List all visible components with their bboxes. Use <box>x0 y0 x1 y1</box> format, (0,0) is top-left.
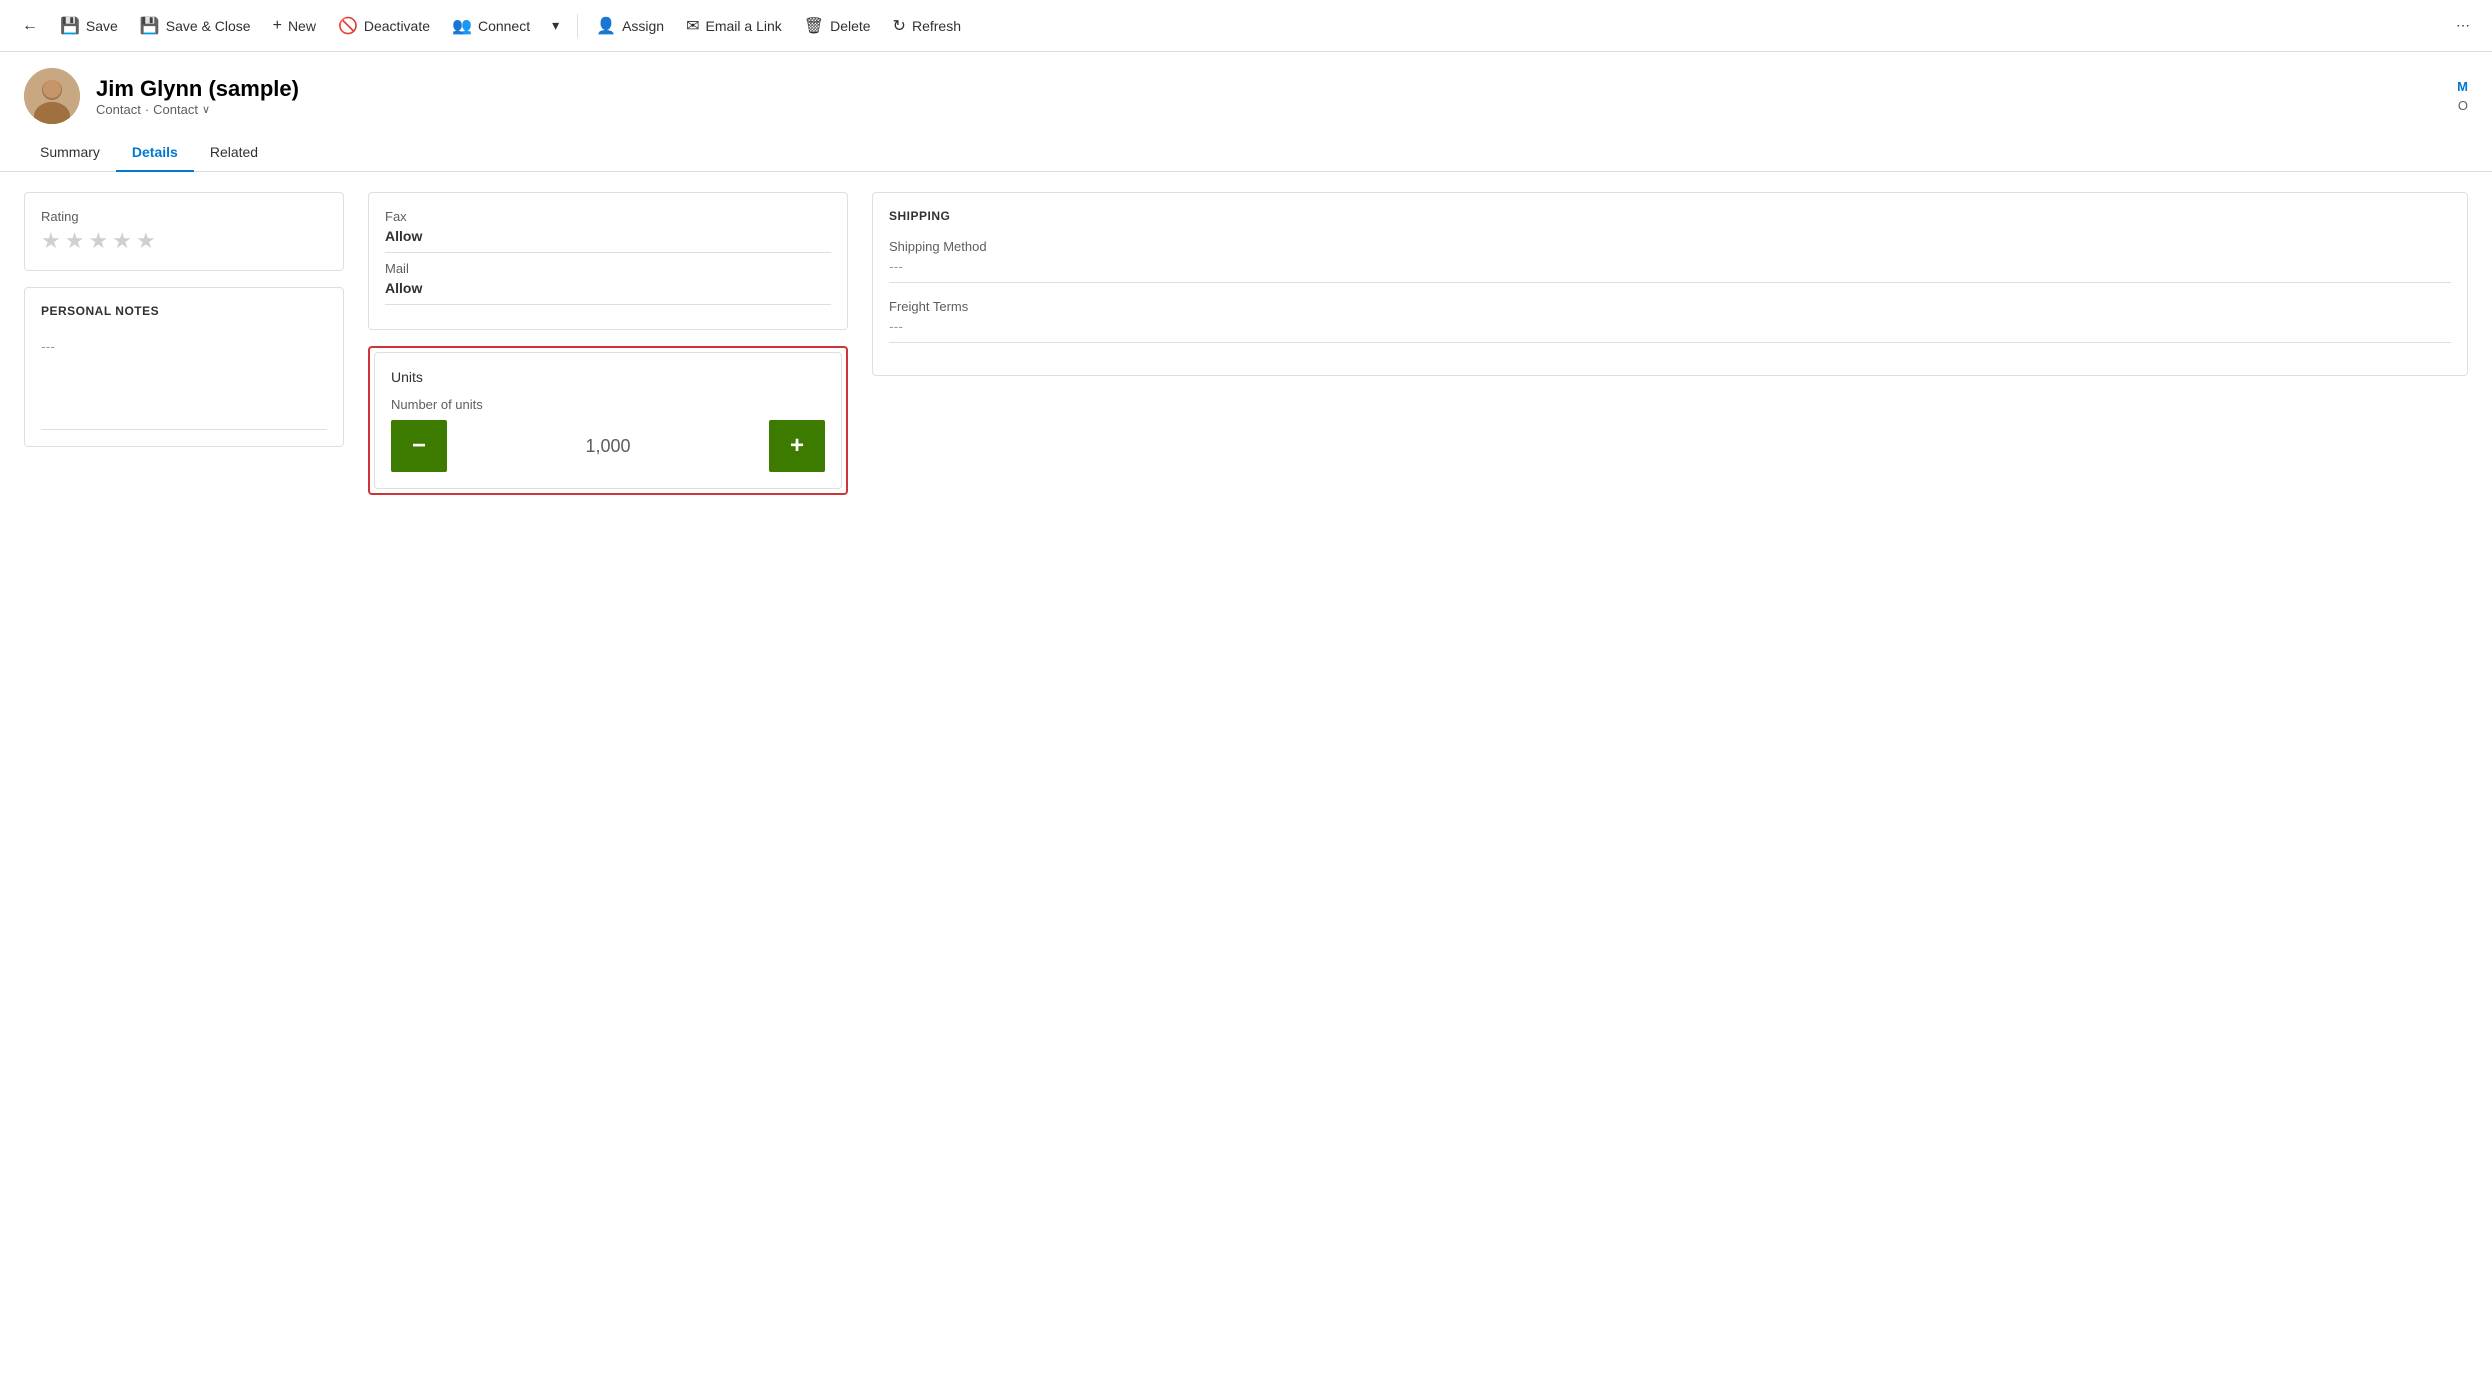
shipping-title: SHIPPING <box>889 209 2451 223</box>
shipping-card: SHIPPING Shipping Method --- Freight Ter… <box>872 192 2468 376</box>
avatar <box>24 68 80 124</box>
connect-dropdown-button[interactable]: ▾ <box>542 11 569 40</box>
connect-button[interactable]: 👥 Connect <box>442 10 540 42</box>
contact-methods-card: Fax Allow Mail Allow <box>368 192 848 330</box>
main-content: Rating ★ ★ ★ ★ ★ PERSONAL NOTES --- Fax … <box>0 172 2492 515</box>
left-column: Rating ★ ★ ★ ★ ★ PERSONAL NOTES --- <box>24 192 344 447</box>
mail-value: Allow <box>385 276 831 305</box>
tab-summary[interactable]: Summary <box>24 134 116 172</box>
units-field-label: Number of units <box>391 397 825 412</box>
tabs: Summary Details Related <box>0 134 2492 172</box>
refresh-button[interactable]: ↻ Refresh <box>883 10 971 42</box>
star-4[interactable]: ★ <box>112 228 132 254</box>
shipping-method-label: Shipping Method <box>889 239 2451 254</box>
fax-label: Fax <box>385 209 831 224</box>
new-button[interactable]: + New <box>263 11 326 41</box>
email-icon: ✉ <box>686 16 699 36</box>
header-right: M O <box>2457 79 2468 113</box>
star-5[interactable]: ★ <box>136 228 156 254</box>
fax-field: Fax Allow <box>385 209 831 253</box>
deactivate-button[interactable]: 🚫 Deactivate <box>328 10 440 42</box>
delete-button[interactable]: 🗑 Delete <box>794 10 881 42</box>
toolbar: ← 💾 Save 💾 Save & Close + New 🚫 Deactiva… <box>0 0 2492 52</box>
delete-icon: 🗑 <box>804 16 824 36</box>
personal-notes-title: PERSONAL NOTES <box>41 304 327 318</box>
personal-notes-card: PERSONAL NOTES --- <box>24 287 344 447</box>
right-column: SHIPPING Shipping Method --- Freight Ter… <box>872 192 2468 376</box>
save-close-icon: 💾 <box>140 16 160 36</box>
units-value: 1,000 <box>447 436 769 457</box>
save-button[interactable]: 💾 Save <box>50 10 128 42</box>
freight-terms-field: Freight Terms --- <box>889 299 2451 343</box>
units-outer-border: Units Number of units − 1,000 + <box>368 346 848 495</box>
toolbar-divider <box>577 14 578 38</box>
chevron-down-icon: ∨ <box>202 103 210 116</box>
middle-column: Fax Allow Mail Allow Units Number of uni… <box>368 192 848 495</box>
units-title: Units <box>391 369 825 385</box>
new-icon: + <box>273 17 282 35</box>
units-card: Units Number of units − 1,000 + <box>374 352 842 489</box>
star-1[interactable]: ★ <box>41 228 61 254</box>
record-subtitle: Contact · Contact ∨ <box>96 102 299 117</box>
freight-terms-value: --- <box>889 318 2451 343</box>
save-close-button[interactable]: 💾 Save & Close <box>130 10 261 42</box>
record-info: Jim Glynn (sample) Contact · Contact ∨ <box>96 76 299 117</box>
deactivate-icon: 🚫 <box>338 16 358 36</box>
units-decrement-button[interactable]: − <box>391 420 447 472</box>
freight-terms-label: Freight Terms <box>889 299 2451 314</box>
star-2[interactable]: ★ <box>65 228 85 254</box>
mail-field: Mail Allow <box>385 261 831 305</box>
more-button[interactable]: ⋯ <box>2446 11 2480 40</box>
units-controls: − 1,000 + <box>391 420 825 472</box>
more-icon: ⋯ <box>2456 17 2470 34</box>
back-button[interactable]: ← <box>12 11 48 41</box>
back-icon: ← <box>22 17 38 35</box>
mail-label: Mail <box>385 261 831 276</box>
record-header: Jim Glynn (sample) Contact · Contact ∨ M… <box>0 52 2492 124</box>
personal-notes-content[interactable]: --- <box>41 330 327 430</box>
refresh-icon: ↻ <box>893 16 906 36</box>
email-link-button[interactable]: ✉ Email a Link <box>676 10 792 42</box>
star-rating[interactable]: ★ ★ ★ ★ ★ <box>41 228 327 254</box>
shipping-method-field: Shipping Method --- <box>889 239 2451 283</box>
assign-button[interactable]: 👤 Assign <box>586 10 674 42</box>
star-3[interactable]: ★ <box>88 228 108 254</box>
save-icon: 💾 <box>60 16 80 36</box>
fax-value: Allow <box>385 224 831 253</box>
tab-details[interactable]: Details <box>116 134 194 172</box>
chevron-down-icon: ▾ <box>552 17 559 34</box>
record-name: Jim Glynn (sample) <box>96 76 299 102</box>
assign-icon: 👤 <box>596 16 616 36</box>
units-increment-button[interactable]: + <box>769 420 825 472</box>
rating-card: Rating ★ ★ ★ ★ ★ <box>24 192 344 271</box>
rating-label: Rating <box>41 209 327 224</box>
tab-related[interactable]: Related <box>194 134 274 172</box>
connect-icon: 👥 <box>452 16 472 36</box>
shipping-method-value: --- <box>889 258 2451 283</box>
